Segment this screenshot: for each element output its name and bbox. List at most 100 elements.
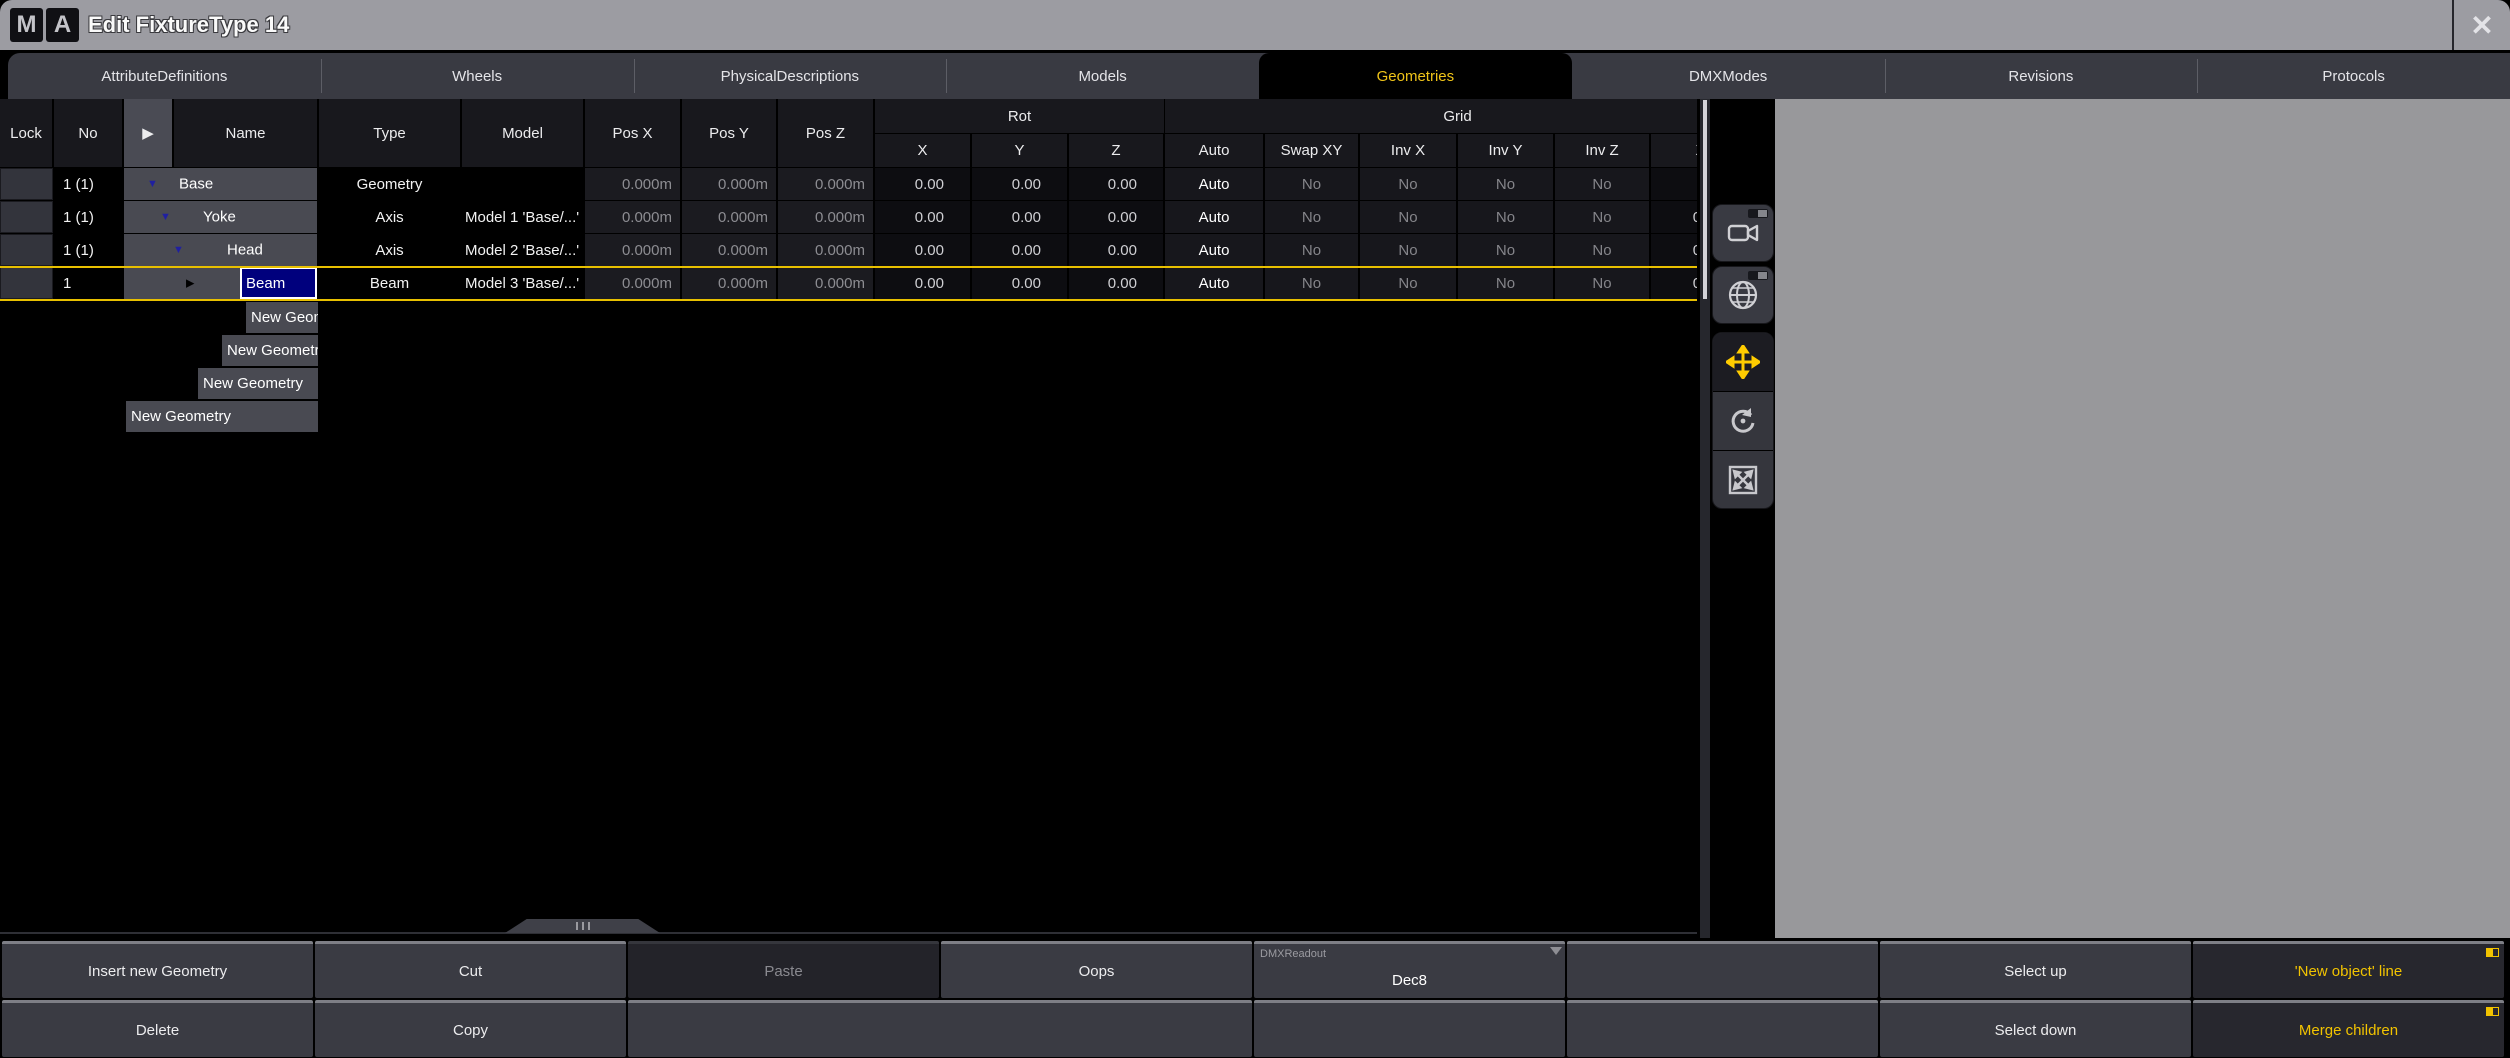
oops-button[interactable]: Oops	[941, 941, 1252, 998]
column-header-auto[interactable]: Auto	[1165, 134, 1264, 168]
cell-lock[interactable]	[0, 201, 53, 233]
new-geometry-row[interactable]: New Geometry	[198, 368, 318, 399]
cell-no[interactable]: 1	[54, 267, 123, 299]
cell-posy[interactable]: 0.000m	[682, 267, 777, 299]
new-geometry-row[interactable]: New Geometry	[222, 335, 318, 366]
delete-button[interactable]: Delete	[2, 1000, 313, 1057]
cell-posx[interactable]: 0.000m	[585, 201, 681, 233]
3d-viewport[interactable]	[1775, 99, 2510, 938]
cell-model[interactable]: Model 2 'Base/...'	[462, 234, 584, 266]
cell-invz[interactable]: No	[1555, 201, 1650, 233]
tab-models[interactable]: Models	[946, 53, 1259, 99]
new-geometry-row[interactable]: New Geometry	[246, 302, 318, 333]
tab-physicaldescriptions[interactable]: PhysicalDescriptions	[634, 53, 947, 99]
cell-posy[interactable]: 0.000m	[682, 168, 777, 200]
cell-invx[interactable]: No	[1360, 168, 1457, 200]
select-down-button[interactable]: Select down	[1880, 1000, 2191, 1057]
cell-rotz[interactable]: 0.00	[1069, 168, 1164, 200]
cell-invy[interactable]: No	[1458, 267, 1554, 299]
collapse-icon[interactable]: ▼	[160, 211, 171, 223]
scale-button[interactable]	[1713, 451, 1773, 509]
collapse-icon[interactable]: ▼	[147, 178, 158, 190]
cell-invx[interactable]: No	[1360, 234, 1457, 266]
merge-children-button[interactable]: Merge children	[2193, 1000, 2504, 1057]
cell-swap[interactable]: No	[1265, 234, 1359, 266]
cell-extra[interactable]	[1651, 168, 1697, 200]
camera-button[interactable]	[1712, 204, 1774, 262]
cell-no[interactable]: 1 (1)	[54, 168, 123, 200]
tab-geometries[interactable]: Geometries	[1259, 53, 1572, 99]
column-header-extra[interactable]: X	[1651, 134, 1697, 168]
cell-auto[interactable]: Auto	[1165, 234, 1264, 266]
vertical-scrollbar-thumb[interactable]	[1703, 100, 1707, 299]
column-header-invy[interactable]: Inv Y	[1458, 134, 1554, 168]
column-header-arrow[interactable]: ▶	[124, 99, 173, 168]
geometry-name[interactable]: Yoke	[203, 209, 236, 226]
globe-button[interactable]	[1712, 266, 1774, 324]
insert-new-geometry-button[interactable]: Insert new Geometry	[2, 941, 313, 998]
cell-auto[interactable]: Auto	[1165, 267, 1264, 299]
cell-posz[interactable]: 0.000m	[778, 234, 874, 266]
cell-name-tree[interactable]: ▼ Head	[124, 234, 318, 266]
new-object-line-button[interactable]: 'New object' line	[2193, 941, 2504, 998]
column-header-posx[interactable]: Pos X	[585, 99, 681, 168]
column-header-swap[interactable]: Swap XY	[1265, 134, 1359, 168]
cell-invx[interactable]: No	[1360, 267, 1457, 299]
cell-posz[interactable]: 0.000m	[778, 201, 874, 233]
cell-lock[interactable]	[0, 168, 53, 200]
cell-posz[interactable]: 0.000m	[778, 168, 874, 200]
column-header-no[interactable]: No	[54, 99, 123, 168]
move-button[interactable]	[1713, 333, 1773, 392]
globe-toggle[interactable]	[1748, 271, 1768, 280]
cell-invy[interactable]: No	[1458, 168, 1554, 200]
cell-posx[interactable]: 0.000m	[585, 234, 681, 266]
geometry-name[interactable]: Head	[227, 242, 263, 259]
column-header-posz[interactable]: Pos Z	[778, 99, 874, 168]
tab-attributedefinitions[interactable]: AttributeDefinitions	[8, 53, 321, 99]
cell-rotz[interactable]: 0.00	[1069, 201, 1164, 233]
cell-roty[interactable]: 0.00	[972, 168, 1068, 200]
camera-toggle[interactable]	[1748, 209, 1768, 218]
cell-auto[interactable]: Auto	[1165, 201, 1264, 233]
cell-posz[interactable]: 0.000m	[778, 267, 874, 299]
column-header-name[interactable]: Name	[174, 99, 318, 168]
cell-extra[interactable]: 0.00	[1651, 267, 1697, 299]
cell-type[interactable]: Axis	[319, 201, 461, 233]
cell-type[interactable]: Geometry	[319, 168, 461, 200]
cell-model[interactable]: Model 1 'Base/...'	[462, 201, 584, 233]
cell-rotx[interactable]: 0.00	[875, 201, 971, 233]
cell-model[interactable]: Model 3 'Base/...'	[462, 267, 584, 299]
column-header-posy[interactable]: Pos Y	[682, 99, 777, 168]
cell-roty[interactable]: 0.00	[972, 234, 1068, 266]
column-header-lock[interactable]: Lock	[0, 99, 53, 168]
column-header-roty[interactable]: Y	[972, 134, 1068, 168]
close-icon[interactable]: ✕	[2454, 0, 2510, 50]
cell-rotz[interactable]: 0.00	[1069, 267, 1164, 299]
cell-lock[interactable]	[0, 267, 53, 299]
cell-rotx[interactable]: 0.00	[875, 267, 971, 299]
cell-invx[interactable]: No	[1360, 201, 1457, 233]
column-header-rotx[interactable]: X	[875, 134, 971, 168]
cell-swap[interactable]: No	[1265, 168, 1359, 200]
column-header-invx[interactable]: Inv X	[1360, 134, 1457, 168]
cell-name-tree[interactable]: ▼ Yoke	[124, 201, 318, 233]
cell-invz[interactable]: No	[1555, 234, 1650, 266]
cell-type[interactable]: Axis	[319, 234, 461, 266]
collapse-icon[interactable]: ▼	[173, 244, 184, 256]
new-geometry-row[interactable]: New Geometry	[126, 401, 318, 432]
cell-lock[interactable]	[0, 234, 53, 266]
cell-invy[interactable]: No	[1458, 201, 1554, 233]
tab-dmxmodes[interactable]: DMXModes	[1572, 53, 1885, 99]
expand-icon[interactable]: ▶	[186, 277, 194, 290]
column-header-model[interactable]: Model	[462, 99, 584, 168]
tab-revisions[interactable]: Revisions	[1885, 53, 2198, 99]
cell-invz[interactable]: No	[1555, 168, 1650, 200]
cell-swap[interactable]: No	[1265, 201, 1359, 233]
copy-button[interactable]: Copy	[315, 1000, 626, 1057]
name-edit-cell[interactable]: Beam	[240, 267, 317, 299]
cell-posx[interactable]: 0.000m	[585, 267, 681, 299]
dmx-readout-selector[interactable]: DMXReadoutDec8	[1254, 941, 1565, 998]
column-header-rotz[interactable]: Z	[1069, 134, 1164, 168]
cell-rotx[interactable]: 0.00	[875, 168, 971, 200]
select-up-button[interactable]: Select up	[1880, 941, 2191, 998]
